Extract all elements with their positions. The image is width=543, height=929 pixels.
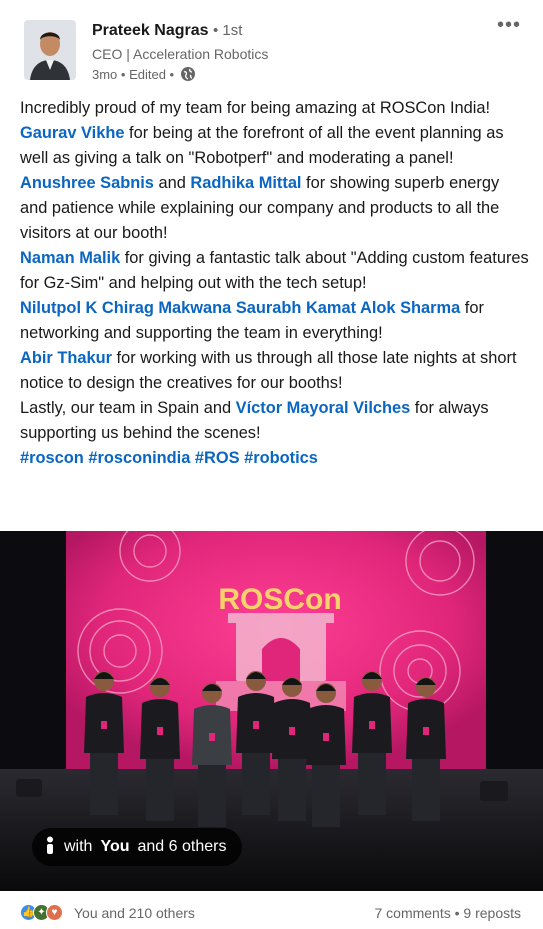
hashtag-ros[interactable]: #ROS [195, 449, 240, 467]
post-text: Incredibly proud of my team for being am… [20, 96, 530, 471]
comments-reposts-count[interactable]: 7 comments • 9 reposts [374, 905, 521, 921]
post-paragraph: Naman Malik for giving a fantastic talk … [20, 246, 530, 296]
tag-others: and 6 others [137, 838, 227, 855]
mention-group[interactable]: Nilutpol K Chirag Makwana Saurabh Kamat … [20, 299, 460, 317]
post-header: Prateek Nagras • 1st CEO | Acceleration … [0, 0, 543, 92]
mention-victor[interactable]: Víctor Mayoral Vilches [236, 399, 411, 417]
mention-naman[interactable]: Naman Malik [20, 249, 120, 267]
mention-radhika[interactable]: Radhika Mittal [190, 174, 301, 192]
reaction-count[interactable]: You and 210 others [74, 905, 195, 921]
mention-gaurav[interactable]: Gaurav Vikhe [20, 124, 124, 142]
post-time: 3mo • Edited • [92, 66, 175, 82]
author-headline: CEO | Acceleration Robotics [92, 46, 269, 62]
mention-anushree[interactable]: Anushree Sabnis [20, 174, 154, 192]
roscon-banner-text: ROSCon [218, 583, 341, 616]
post-paragraph: Anushree Sabnis and Radhika Mittal for s… [20, 171, 530, 246]
reaction-icons[interactable]: 👍 ✦ ♥ [20, 904, 63, 921]
connection-degree: • 1st [212, 22, 243, 39]
person-icon [44, 836, 56, 859]
post-meta: 3mo • Edited • [92, 66, 196, 82]
post-text-fragment: and [153, 174, 191, 192]
post-paragraph: Gaurav Vikhe for being at the forefront … [20, 121, 530, 171]
post-text-fragment: Lastly, our team in Spain and [20, 399, 236, 417]
post-paragraph: Abir Thakur for working with us through … [20, 346, 530, 396]
hashtag-roscon[interactable]: #roscon [20, 449, 84, 467]
tagged-people-button[interactable]: with You and 6 others [32, 828, 243, 866]
globe-icon [180, 66, 196, 82]
author-name[interactable]: Prateek Nagras • 1st [92, 22, 242, 40]
hashtag-robotics[interactable]: #robotics [244, 449, 318, 467]
author-name-text[interactable]: Prateek Nagras [92, 22, 209, 39]
more-options-icon[interactable]: ••• [497, 14, 521, 37]
post-social-counts: 👍 ✦ ♥ You and 210 others 7 comments • 9 … [0, 894, 543, 929]
mention-abir[interactable]: Abir Thakur [20, 349, 112, 367]
post-paragraph: Nilutpol K Chirag Makwana Saurabh Kamat … [20, 296, 530, 346]
love-icon: ♥ [46, 904, 63, 921]
tag-you: You [100, 838, 130, 855]
post-paragraph: Lastly, our team in Spain and Víctor May… [20, 396, 530, 446]
author-avatar[interactable] [24, 20, 76, 80]
tag-prefix: with [64, 838, 93, 855]
post-paragraph: Incredibly proud of my team for being am… [20, 99, 491, 117]
hashtag-line: #roscon #rosconindia #ROS #robotics [20, 446, 530, 471]
hashtag-rosconindia[interactable]: #rosconindia [88, 449, 190, 467]
